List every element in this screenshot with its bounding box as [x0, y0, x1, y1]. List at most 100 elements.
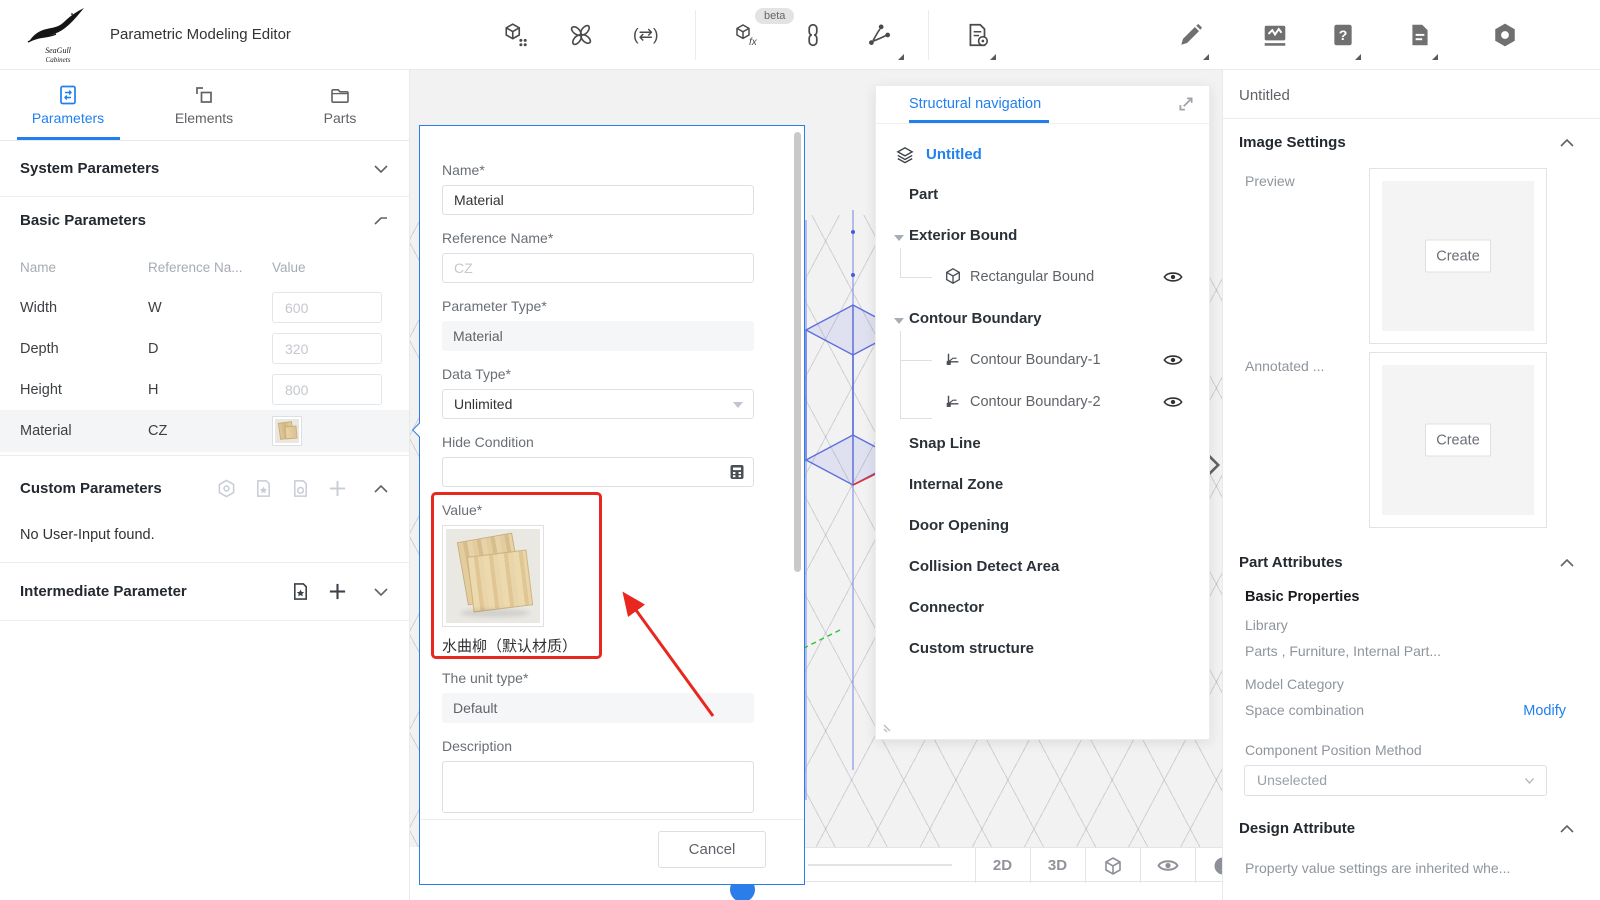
intermediate-parameter-header[interactable]: Intermediate Parameter: [20, 583, 187, 600]
knot-icon[interactable]: [568, 22, 594, 48]
contour-icon: [946, 353, 959, 365]
tree-item-rectangular-bound[interactable]: Rectangular Bound: [876, 264, 1209, 294]
column-header-value: Value: [272, 260, 306, 275]
create-preview-button[interactable]: Create: [1425, 239, 1491, 273]
param-row-ref: D: [148, 341, 159, 357]
edit-pencil-icon[interactable]: [1178, 22, 1204, 48]
basic-parameters-header[interactable]: Basic Parameters: [20, 212, 146, 229]
system-parameters-header[interactable]: System Parameters: [20, 160, 159, 177]
chevron-down-icon[interactable]: [374, 164, 388, 173]
panel-resize-handle[interactable]: [882, 721, 894, 733]
chevron-up-icon[interactable]: [1560, 138, 1574, 147]
topbar: SeaGull Cabinets Parametric Modeling Edi…: [0, 0, 1600, 70]
activity-monitor-icon[interactable]: [1262, 22, 1288, 48]
height-value-input[interactable]: [272, 374, 382, 405]
visibility-eye-icon[interactable]: [1163, 353, 1183, 367]
add-parameter-icon[interactable]: [328, 479, 347, 498]
modify-link[interactable]: Modify: [1523, 703, 1566, 719]
unit-type-field: Default: [442, 693, 754, 723]
elements-tab-icon: [196, 87, 212, 103]
visibility-eye-icon[interactable]: [1163, 270, 1183, 284]
expand-panel-icon[interactable]: [1177, 95, 1195, 113]
link-icon[interactable]: [800, 22, 826, 48]
tree-item-internal-zone[interactable]: Internal Zone: [876, 472, 1209, 502]
help-icon[interactable]: ?: [1330, 22, 1356, 48]
beta-badge: beta: [755, 8, 795, 24]
visibility-eye-icon[interactable]: [1163, 395, 1183, 409]
image-settings-header[interactable]: Image Settings: [1239, 134, 1346, 151]
nut-settings-icon[interactable]: [217, 479, 236, 498]
description-textarea[interactable]: [442, 761, 754, 813]
custom-parameters-header[interactable]: Custom Parameters: [20, 480, 162, 497]
tab-parts-label: Parts: [323, 110, 357, 126]
view-3d-button[interactable]: 3D: [1030, 848, 1085, 883]
left-panel: Parameters Elements Parts System Paramet…: [0, 70, 410, 900]
add-parameter-icon[interactable]: [328, 582, 347, 601]
file-star-icon[interactable]: [254, 479, 273, 498]
param-row-name: Material: [20, 423, 72, 439]
eye-icon: [1156, 860, 1179, 871]
component-library-icon[interactable]: [503, 22, 529, 48]
zoom-slider[interactable]: [808, 864, 952, 866]
tree-item-collision-detect-area[interactable]: Collision Detect Area: [876, 554, 1209, 584]
tree-item-label: Exterior Bound: [909, 227, 1018, 244]
chevron-up-icon[interactable]: [1560, 558, 1574, 567]
visibility-button[interactable]: [1140, 848, 1195, 883]
formula-calculator-icon[interactable]: [729, 464, 745, 480]
chevron-up-icon[interactable]: [374, 216, 388, 225]
app-title: Parametric Modeling Editor: [110, 26, 291, 43]
swap-icon[interactable]: (⇄): [633, 22, 673, 48]
data-type-value: Unlimited: [454, 396, 513, 412]
design-attribute-hint: Property value settings are inherited wh…: [1245, 860, 1511, 876]
chevron-up-icon[interactable]: [1560, 824, 1574, 833]
tree-item-snap-line[interactable]: Snap Line: [876, 431, 1209, 461]
component-position-select[interactable]: Unselected: [1244, 765, 1547, 796]
view-2d-button[interactable]: 2D: [975, 848, 1030, 883]
component-position-value: Unselected: [1257, 772, 1328, 788]
select-caret-icon: [733, 402, 743, 408]
share-icon[interactable]: [866, 22, 892, 48]
material-value-name: 水曲柳（默认材质）: [442, 638, 578, 655]
annotated-image-box: Create: [1369, 352, 1547, 528]
part-attributes-header[interactable]: Part Attributes: [1239, 554, 1343, 571]
tree-item-door-opening[interactable]: Door Opening: [876, 513, 1209, 543]
tab-parts[interactable]: Parts: [272, 70, 408, 140]
layers-icon: [896, 147, 914, 164]
modal-scrollbar[interactable]: [794, 132, 801, 572]
name-input[interactable]: [442, 185, 754, 215]
tree-item-custom-structure[interactable]: Custom structure: [876, 636, 1209, 666]
collapse-caret-icon[interactable]: [894, 318, 904, 324]
chevron-up-icon[interactable]: [374, 484, 388, 493]
document-report-icon[interactable]: [1407, 22, 1433, 48]
tab-parameters[interactable]: Parameters: [0, 70, 136, 140]
material-texture-swatch[interactable]: [272, 416, 302, 446]
tree-item-contour-boundary-2[interactable]: Contour Boundary-2: [876, 389, 1209, 419]
cancel-button[interactable]: Cancel: [658, 831, 766, 868]
structural-navigation-tab[interactable]: Structural navigation: [909, 96, 1041, 112]
collapse-caret-icon[interactable]: [894, 235, 904, 241]
tree-item-connector[interactable]: Connector: [876, 595, 1209, 625]
design-attribute-header[interactable]: Design Attribute: [1239, 820, 1355, 837]
cube-fx-icon[interactable]: fx: [735, 22, 761, 48]
width-value-input[interactable]: [272, 292, 382, 323]
reference-name-input[interactable]: [442, 253, 754, 283]
file-circle-icon[interactable]: [291, 479, 310, 498]
settings-nut-icon[interactable]: [1492, 22, 1518, 48]
material-value-thumbnail[interactable]: [442, 525, 544, 627]
tab-elements[interactable]: Elements: [136, 70, 272, 140]
tree-item-part[interactable]: Part: [876, 182, 1209, 212]
data-type-select[interactable]: Unlimited: [442, 389, 754, 419]
tree-item-untitled[interactable]: Untitled: [876, 142, 1209, 172]
tree-item-label: Contour Boundary-2: [970, 394, 1101, 410]
isometric-cube-button[interactable]: [1085, 848, 1140, 883]
hide-condition-input[interactable]: [442, 457, 754, 487]
new-document-icon[interactable]: [965, 22, 991, 48]
unit-type-label: The unit type*: [442, 670, 529, 686]
model-category-label: Model Category: [1245, 676, 1344, 692]
chevron-down-icon[interactable]: [374, 587, 388, 596]
create-annotated-button[interactable]: Create: [1425, 423, 1491, 457]
depth-value-input[interactable]: [272, 333, 382, 364]
svg-text:fx: fx: [749, 37, 758, 48]
custom-parameters-empty-text: No User-Input found.: [20, 527, 155, 543]
file-star-icon[interactable]: [291, 582, 310, 601]
